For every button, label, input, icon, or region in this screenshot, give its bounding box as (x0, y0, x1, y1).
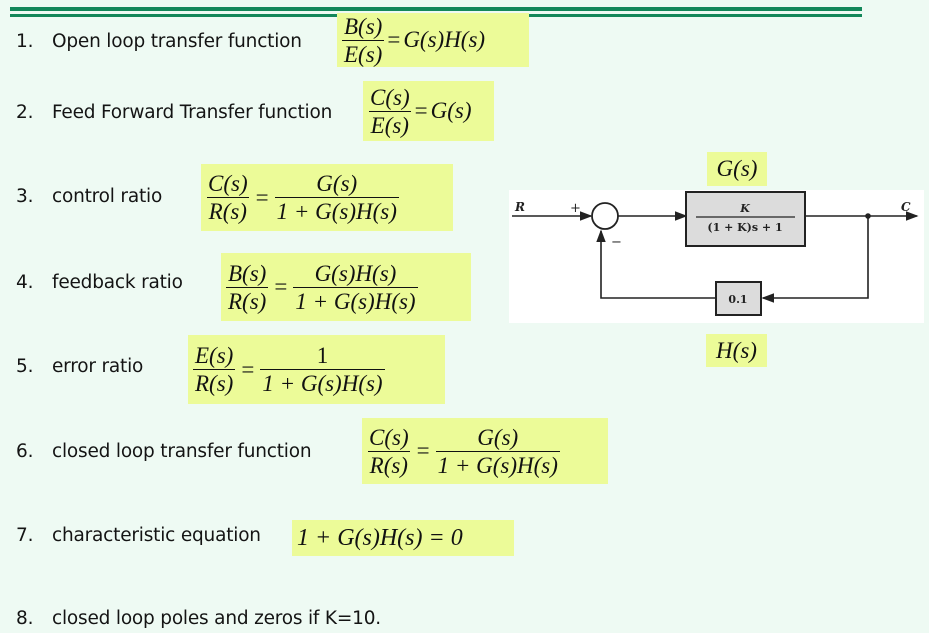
item-3-label: 3. control ratio (16, 186, 163, 207)
header-rule-top (10, 7, 862, 11)
item-4-label: 4. feedback ratio (16, 272, 183, 293)
forward-block-num: K (739, 202, 750, 215)
output-label: C (901, 200, 911, 214)
input-label: R (514, 200, 525, 214)
closed-loop-equation: C(s) R(s) = G(s) 1 + G(s)H(s) (362, 418, 608, 484)
item-1-label: 1. Open loop transfer function (16, 31, 302, 52)
plus-sign: + (570, 201, 581, 216)
item-6-label: 6. closed loop transfer function (16, 441, 312, 462)
error-ratio-equation: E(s) R(s) = 11 + G(s)H(s) (188, 335, 445, 404)
control-ratio-equation: C(s) R(s) = G(s) 1 + G(s)H(s) (201, 164, 453, 231)
item-8-label: 8. closed loop poles and zeros if K=10. (16, 608, 381, 629)
item-5-label: 5. error ratio (16, 356, 144, 377)
item-2-label: 2. Feed Forward Transfer function (16, 102, 333, 123)
open-loop-equation: B(s) E(s) = G(s)H(s) (337, 13, 529, 67)
summing-junction (591, 202, 619, 230)
item-7-label: 7. characteristic equation (16, 525, 261, 546)
minus-sign: − (611, 235, 622, 250)
feed-forward-equation: C(s) E(s) = G(s) (363, 81, 494, 141)
g-label: G(s) (707, 152, 767, 186)
block-diagram-svg: R + − K (1 + K)s + 1 C 0.1 (512, 191, 919, 316)
forward-block-den: (1 + K)s + 1 (707, 221, 782, 234)
feedback-block-value: 0.1 (728, 293, 747, 306)
forward-block (685, 191, 806, 247)
h-label: H(s) (706, 334, 767, 367)
characteristic-equation: 1 + G(s)H(s) = 0 (292, 520, 514, 556)
feedback-ratio-equation: B(s) R(s) = G(s)H(s) 1 + G(s)H(s) (221, 253, 471, 321)
